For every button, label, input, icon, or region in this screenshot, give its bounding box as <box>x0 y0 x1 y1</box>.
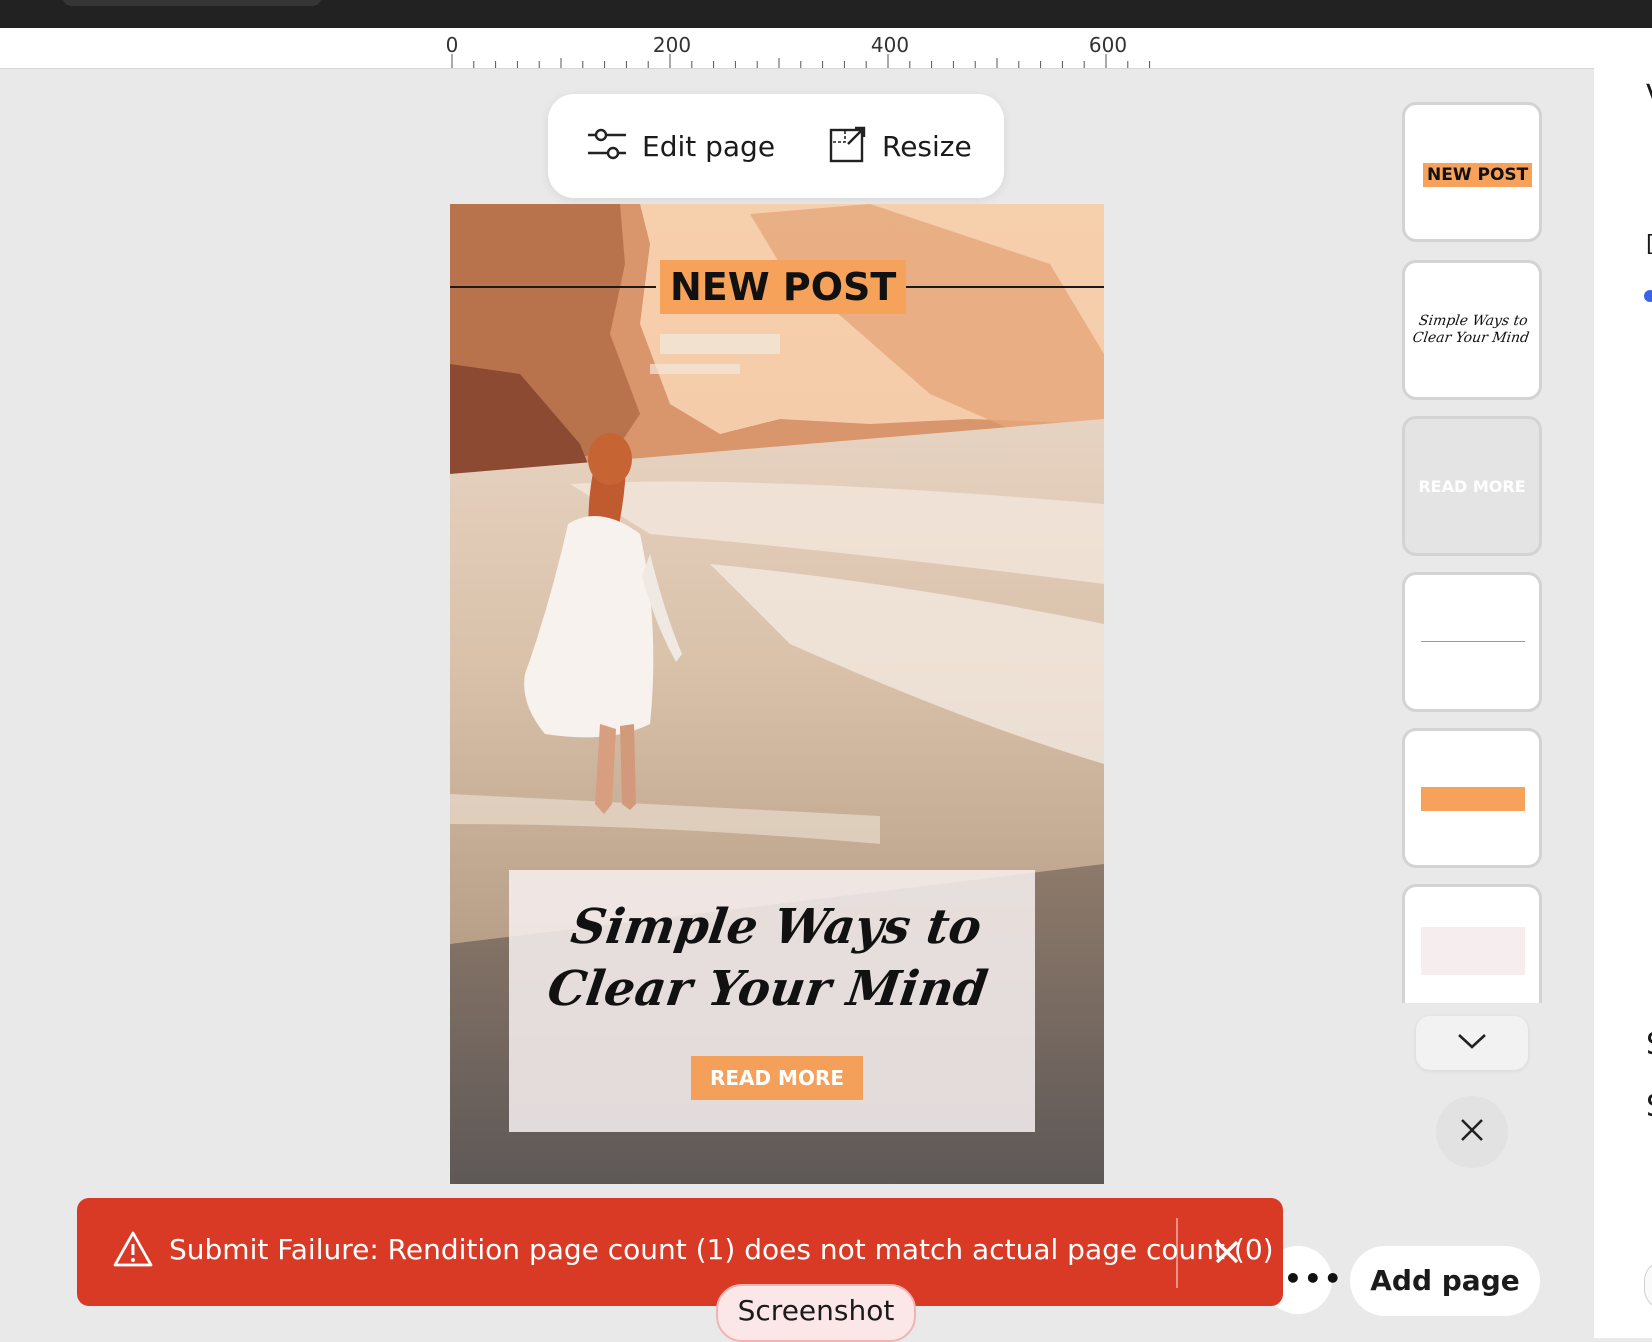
thumbnail-read-more[interactable]: READ MORE <box>1402 416 1542 556</box>
edit-page-label: Edit page <box>642 129 776 163</box>
toast-message: Submit Failure: Rendition page count (1)… <box>169 1233 1274 1266</box>
panel-glyph: S <box>1646 1030 1652 1060</box>
screenshot-badge[interactable]: Screenshot <box>716 1284 916 1342</box>
sliders-icon <box>586 126 628 166</box>
toast-close-button[interactable] <box>1203 1228 1251 1276</box>
thumbnail-new-post[interactable]: NEW POST <box>1402 102 1542 242</box>
panel-glyph: S <box>1646 1092 1652 1122</box>
chevron-down-icon <box>1456 1031 1488 1055</box>
thumbnail-orange-bar[interactable] <box>1402 728 1542 868</box>
close-icon <box>1459 1117 1485 1147</box>
page-toolbar: Edit page Resize <box>548 94 1004 198</box>
toast-divider <box>1176 1218 1178 1288</box>
close-thumbnails-button[interactable] <box>1436 1096 1508 1168</box>
error-toast: Submit Failure: Rendition page count (1)… <box>77 1198 1283 1306</box>
title-line-2: Clear Your Mind <box>544 961 992 1017</box>
design-title: Simple Ways to Clear Your Mind <box>500 896 1043 1020</box>
panel-glyph: V <box>1646 82 1652 112</box>
thumbnail-card[interactable] <box>1402 884 1542 1003</box>
resize-button[interactable]: Resize <box>828 118 972 174</box>
ruler-scale: 0 200 400 600 <box>446 33 1151 68</box>
ruler-label-200: 200 <box>653 33 691 57</box>
read-more-button[interactable]: READ MORE <box>691 1056 863 1100</box>
horizontal-ruler: 0 200 400 600 <box>0 28 1594 69</box>
warning-icon <box>113 1230 153 1272</box>
title-card[interactable]: Simple Ways to Clear Your Mind READ MORE <box>509 870 1035 1132</box>
headline-rule-right <box>894 286 1104 288</box>
headline-rule-left <box>450 286 656 288</box>
panel-round-button[interactable] <box>1644 1260 1652 1310</box>
add-page-button[interactable]: Add page <box>1350 1246 1540 1316</box>
top-bar <box>0 0 1652 28</box>
panel-glyph: [ <box>1646 234 1652 256</box>
thumbnail-title[interactable]: Simple Ways to Clear Your Mind <box>1402 260 1542 400</box>
thumbnail-title-line-2: Clear Your Mind <box>1411 330 1531 346</box>
ruler-label-0: 0 <box>446 33 459 57</box>
right-panel-edge: V [ S S <box>1594 28 1652 1338</box>
thumbnail-card-shape <box>1421 927 1525 975</box>
resize-label: Resize <box>882 129 972 163</box>
new-post-tag[interactable]: NEW POST <box>660 260 907 314</box>
thumbnail-label: READ MORE <box>1418 477 1526 496</box>
close-icon <box>1203 1240 1251 1280</box>
thumbnail-label: NEW POST <box>1423 163 1533 187</box>
ruler-label-600: 600 <box>1089 33 1127 57</box>
thumbnail-label: Simple Ways to Clear Your Mind <box>1405 313 1539 347</box>
thumbnail-line-shape <box>1421 641 1525 642</box>
ruler-label-400: 400 <box>871 33 909 57</box>
design-canvas[interactable]: NEW POST Simple Ways to Clear Your Mind … <box>450 204 1104 1184</box>
panel-indicator-dot <box>1644 290 1652 302</box>
top-tab[interactable] <box>62 0 322 6</box>
title-line-1: Simple Ways to <box>567 899 985 955</box>
edit-page-button[interactable]: Edit page <box>586 118 775 174</box>
thumbnails-scroll-down-button[interactable] <box>1416 1016 1528 1070</box>
thumbnail-bar-shape <box>1421 787 1525 811</box>
resize-icon <box>828 124 868 168</box>
more-icon: ••• <box>1284 1262 1344 1295</box>
thumbnail-line[interactable] <box>1402 572 1542 712</box>
thumbnail-title-line-1: Simple Ways to <box>1417 313 1529 329</box>
